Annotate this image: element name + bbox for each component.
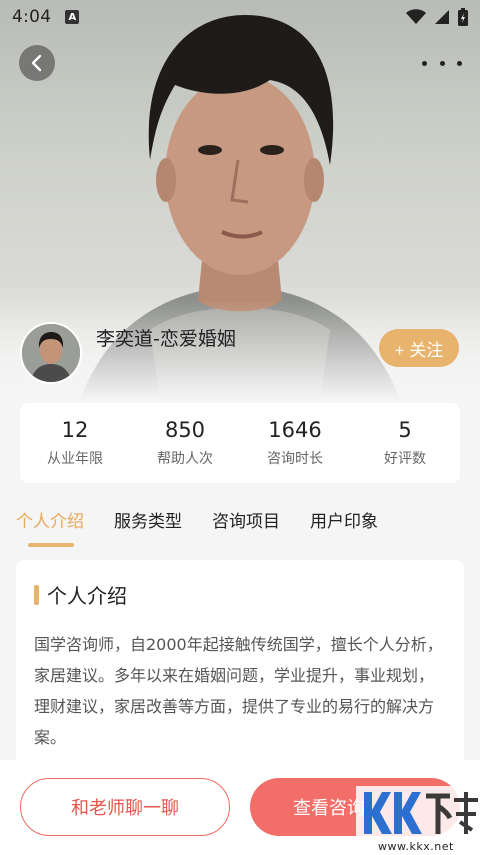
wifi-icon — [406, 9, 426, 24]
intro-text: 国学咨询师，自2000年起接触传统国学，擅长个人分析，家居建议。多年以来在婚姻问… — [34, 635, 443, 747]
chat-with-teacher-button[interactable]: 和老师聊一聊 — [20, 778, 230, 836]
tab-label: 咨询项目 — [212, 512, 280, 532]
stat-value: 5 — [398, 418, 412, 442]
more-options-button[interactable] — [422, 52, 462, 74]
profile-tabs: 个人介绍 服务类型 咨询项目 用户印象 — [0, 493, 480, 553]
avatar — [20, 322, 82, 384]
stat-label: 从业年限 — [47, 451, 103, 467]
stats-card: 12 从业年限 850 帮助人次 1646 咨询时长 5 好评数 — [20, 403, 460, 483]
section-marker — [34, 584, 39, 605]
kk-logo-icon — [356, 786, 480, 842]
stat-reviews: 5 好评数 — [350, 403, 460, 483]
follow-button[interactable]: + 关注 — [379, 329, 459, 367]
section-title: 个人介绍 — [47, 584, 127, 608]
counselor-name: 李奕道-恋爱婚姻 — [96, 328, 236, 350]
stat-years: 12 从业年限 — [20, 403, 130, 483]
stat-value: 12 — [61, 418, 89, 442]
section-header: 个人介绍 — [34, 580, 446, 609]
stat-value: 1646 — [268, 418, 322, 442]
active-tab-indicator — [28, 543, 74, 547]
more-dot-icon — [422, 60, 427, 66]
stat-label: 帮助人次 — [157, 451, 213, 467]
tab-consult-items[interactable]: 咨询项目 — [212, 493, 280, 553]
avatar-image — [22, 324, 80, 382]
watermark: www.kkx.net — [356, 786, 480, 855]
watermark-url: www.kkx.net — [378, 840, 454, 853]
tab-label: 服务类型 — [114, 512, 182, 532]
counselor-profile-screen: 4:04 A 李奕道-恋爱婚姻 + 关注 12 从业年限 850 帮助人次 16… — [0, 0, 480, 855]
tab-label: 个人介绍 — [16, 512, 84, 532]
stat-label: 好评数 — [384, 451, 426, 467]
stat-value: 850 — [164, 418, 206, 442]
more-dot-icon — [457, 60, 462, 66]
tab-user-impressions[interactable]: 用户印象 — [310, 493, 378, 553]
stat-label: 咨询时长 — [267, 451, 323, 467]
stat-helped: 850 帮助人次 — [130, 403, 240, 483]
tab-label: 用户印象 — [310, 512, 378, 532]
tab-intro[interactable]: 个人介绍 — [16, 493, 84, 553]
battery-icon — [458, 8, 468, 26]
more-dot-icon — [439, 60, 445, 66]
status-icons — [406, 8, 468, 26]
notification-icon: A — [65, 10, 80, 24]
chevron-left-icon — [31, 54, 42, 72]
back-button[interactable] — [19, 45, 55, 81]
status-bar: 4:04 A — [0, 0, 480, 34]
tab-service-types[interactable]: 服务类型 — [114, 493, 182, 553]
signal-icon — [435, 10, 449, 24]
status-time: 4:04 — [12, 7, 52, 27]
stat-duration: 1646 咨询时长 — [240, 403, 350, 483]
intro-card: 个人介绍 国学咨询师，自2000年起接触传统国学，擅长个人分析，家居建议。多年以… — [16, 560, 464, 780]
